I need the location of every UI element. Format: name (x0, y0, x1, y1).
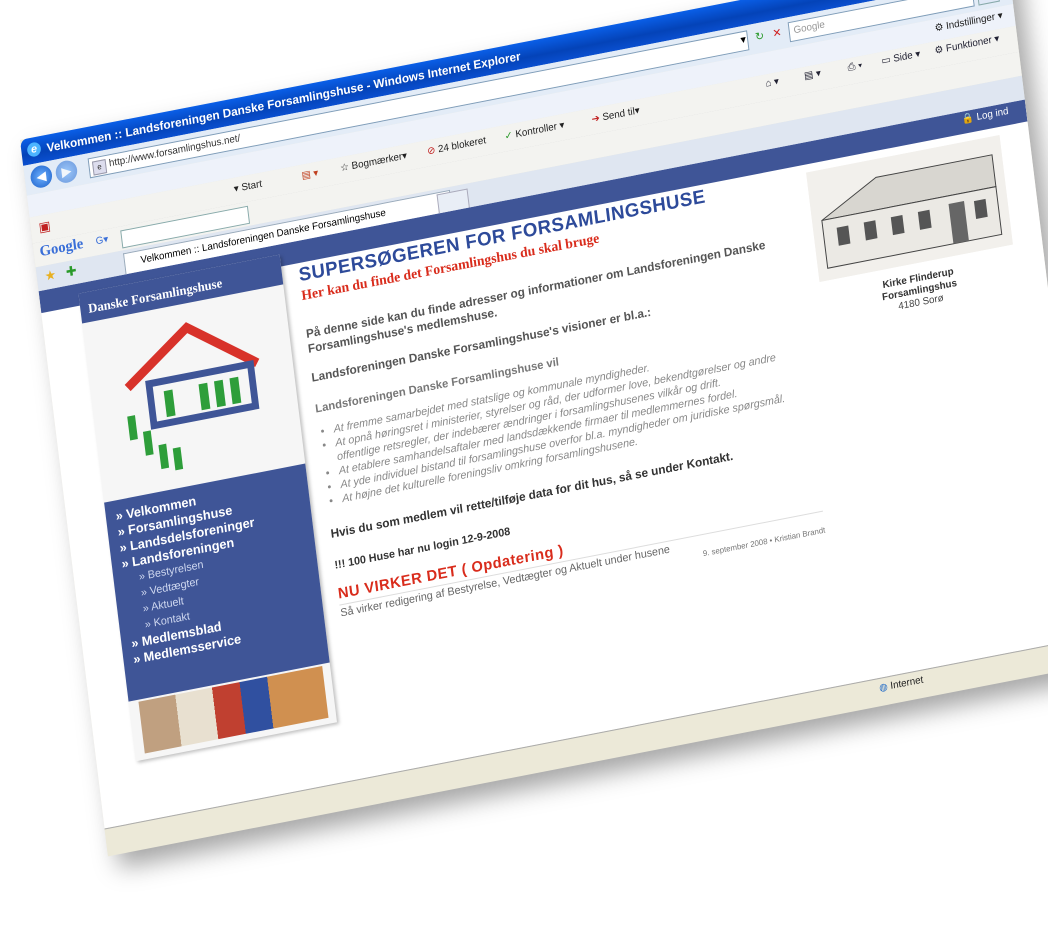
zone-label: Internet (889, 674, 924, 692)
bookmark-color-icon[interactable]: ▤ ▾ (301, 168, 319, 182)
popup-blocked-button[interactable]: ⊘ 24 blokeret (427, 135, 487, 157)
refresh-icon[interactable]: ↻ (751, 27, 768, 46)
start-label: Start (240, 178, 263, 194)
settings-label: Indstillinger (945, 11, 996, 33)
search-icon[interactable]: ⚲ (976, 0, 1000, 6)
forsamlingshuse-logo (124, 322, 260, 471)
send-label: Send til (601, 106, 636, 124)
tools-label: Funktioner (945, 34, 993, 55)
site-menu: » Velkommen» Forsamlingshuse» Landsdelsf… (104, 463, 330, 702)
page-icon: e (91, 159, 108, 176)
dropdown-arrow-icon[interactable]: ▾ (735, 31, 752, 50)
page-menu[interactable]: ▭ Side ▾ (881, 49, 921, 67)
home-icon[interactable]: ⌂ ▾ (765, 76, 780, 90)
globe-icon: ◍ (878, 681, 889, 695)
stop-icon[interactable]: ✕ (768, 24, 785, 43)
zone-indicator: ◍ Internet (879, 675, 924, 694)
browser-window: e Velkommen :: Landsforeningen Danske Fo… (20, 0, 1048, 857)
forward-button[interactable]: ▶ (54, 158, 79, 185)
google-g-menu[interactable]: G▾ (95, 234, 109, 247)
add-favorites-icon[interactable]: ✚ (65, 263, 77, 281)
ie-logo-icon: e (26, 141, 42, 158)
site-sidebar: Danske Forsamlingshuse » Velkommen» Fors… (78, 254, 338, 762)
page-label: Side (892, 50, 914, 65)
news-text: Så virker redigering af Bestyrelse, Vedt… (339, 510, 825, 620)
popup-blocker-icon: ⊘ (426, 144, 437, 158)
send-to-menu[interactable]: ➔ Send til▾ (591, 105, 640, 125)
print-icon[interactable]: ⎙ ▾ (847, 60, 863, 74)
send-arrow-icon: ➔ (591, 112, 601, 126)
search-placeholder: Google (792, 19, 826, 37)
main-column: SUPERSØGEREN FOR FORSAMLINGSHUSE Her kan… (298, 171, 843, 762)
favorites-center-icon[interactable]: ▣ (38, 218, 52, 236)
blocked-label: 24 blokeret (437, 135, 487, 156)
abc-check-icon: ✓ (504, 129, 514, 143)
login-label: Log ind (976, 105, 1010, 124)
bookmarks-label: Bogmærker (351, 151, 403, 173)
feeds-icon[interactable]: ▤ ▾ (804, 68, 822, 82)
spellcheck-menu[interactable]: ✓ Kontroller ▾ (504, 120, 565, 143)
back-button[interactable]: ◀ (29, 163, 54, 190)
screenshot-stage: e Velkommen :: Landsforeningen Danske Fo… (0, 0, 1048, 941)
start-button[interactable]: ▾ Start (233, 179, 262, 195)
favorites-star-icon[interactable]: ★ (44, 267, 57, 285)
check-label: Kontroller (514, 121, 558, 141)
